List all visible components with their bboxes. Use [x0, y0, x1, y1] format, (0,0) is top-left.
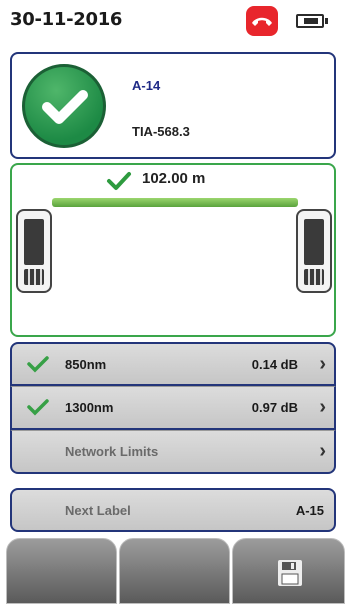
cable-line	[52, 198, 298, 207]
chevron-right-icon: ›	[319, 353, 326, 375]
softkey-2[interactable]	[119, 538, 230, 604]
phone-hangup-icon[interactable]	[246, 6, 278, 36]
next-label-label: Next Label	[65, 503, 131, 518]
chevron-right-icon: ›	[319, 440, 326, 462]
test-standard: TIA-568.3	[132, 124, 190, 139]
remote-tester-icon	[296, 209, 332, 293]
main-tester-icon	[16, 209, 52, 293]
result-card[interactable]: A-14 TIA-568.3	[10, 52, 336, 159]
wavelength-label: 1300nm	[65, 400, 114, 415]
battery-icon	[296, 14, 328, 28]
next-label-row[interactable]: Next Label A-15	[10, 488, 336, 532]
status-bar: 30-11-2016	[0, 0, 347, 42]
date-text: 30-11-2016	[10, 9, 123, 30]
check-circle-icon	[22, 64, 106, 148]
softkey-1[interactable]	[6, 538, 117, 604]
loss-value: 0.97 dB	[251, 400, 298, 415]
save-icon	[278, 560, 302, 586]
cable-id: A-14	[132, 78, 161, 93]
length-check-icon	[106, 171, 132, 196]
pass-check-icon	[27, 399, 49, 416]
save-button[interactable]	[232, 538, 345, 604]
chevron-right-icon: ›	[319, 396, 326, 418]
cable-length: 102.00 m	[142, 170, 206, 187]
link-diagram: 102.00 m	[10, 163, 336, 337]
measurement-row-850[interactable]: 850nm 0.14 dB ›	[10, 342, 336, 386]
next-label-value: A-15	[295, 503, 324, 518]
pass-check-icon	[27, 356, 49, 373]
network-limits-row[interactable]: Network Limits ›	[10, 430, 336, 474]
measurement-row-1300[interactable]: 1300nm 0.97 dB ›	[10, 386, 336, 430]
wavelength-label: 850nm	[65, 357, 107, 372]
loss-value: 0.14 dB	[251, 357, 298, 372]
network-limits-label: Network Limits	[65, 444, 159, 459]
